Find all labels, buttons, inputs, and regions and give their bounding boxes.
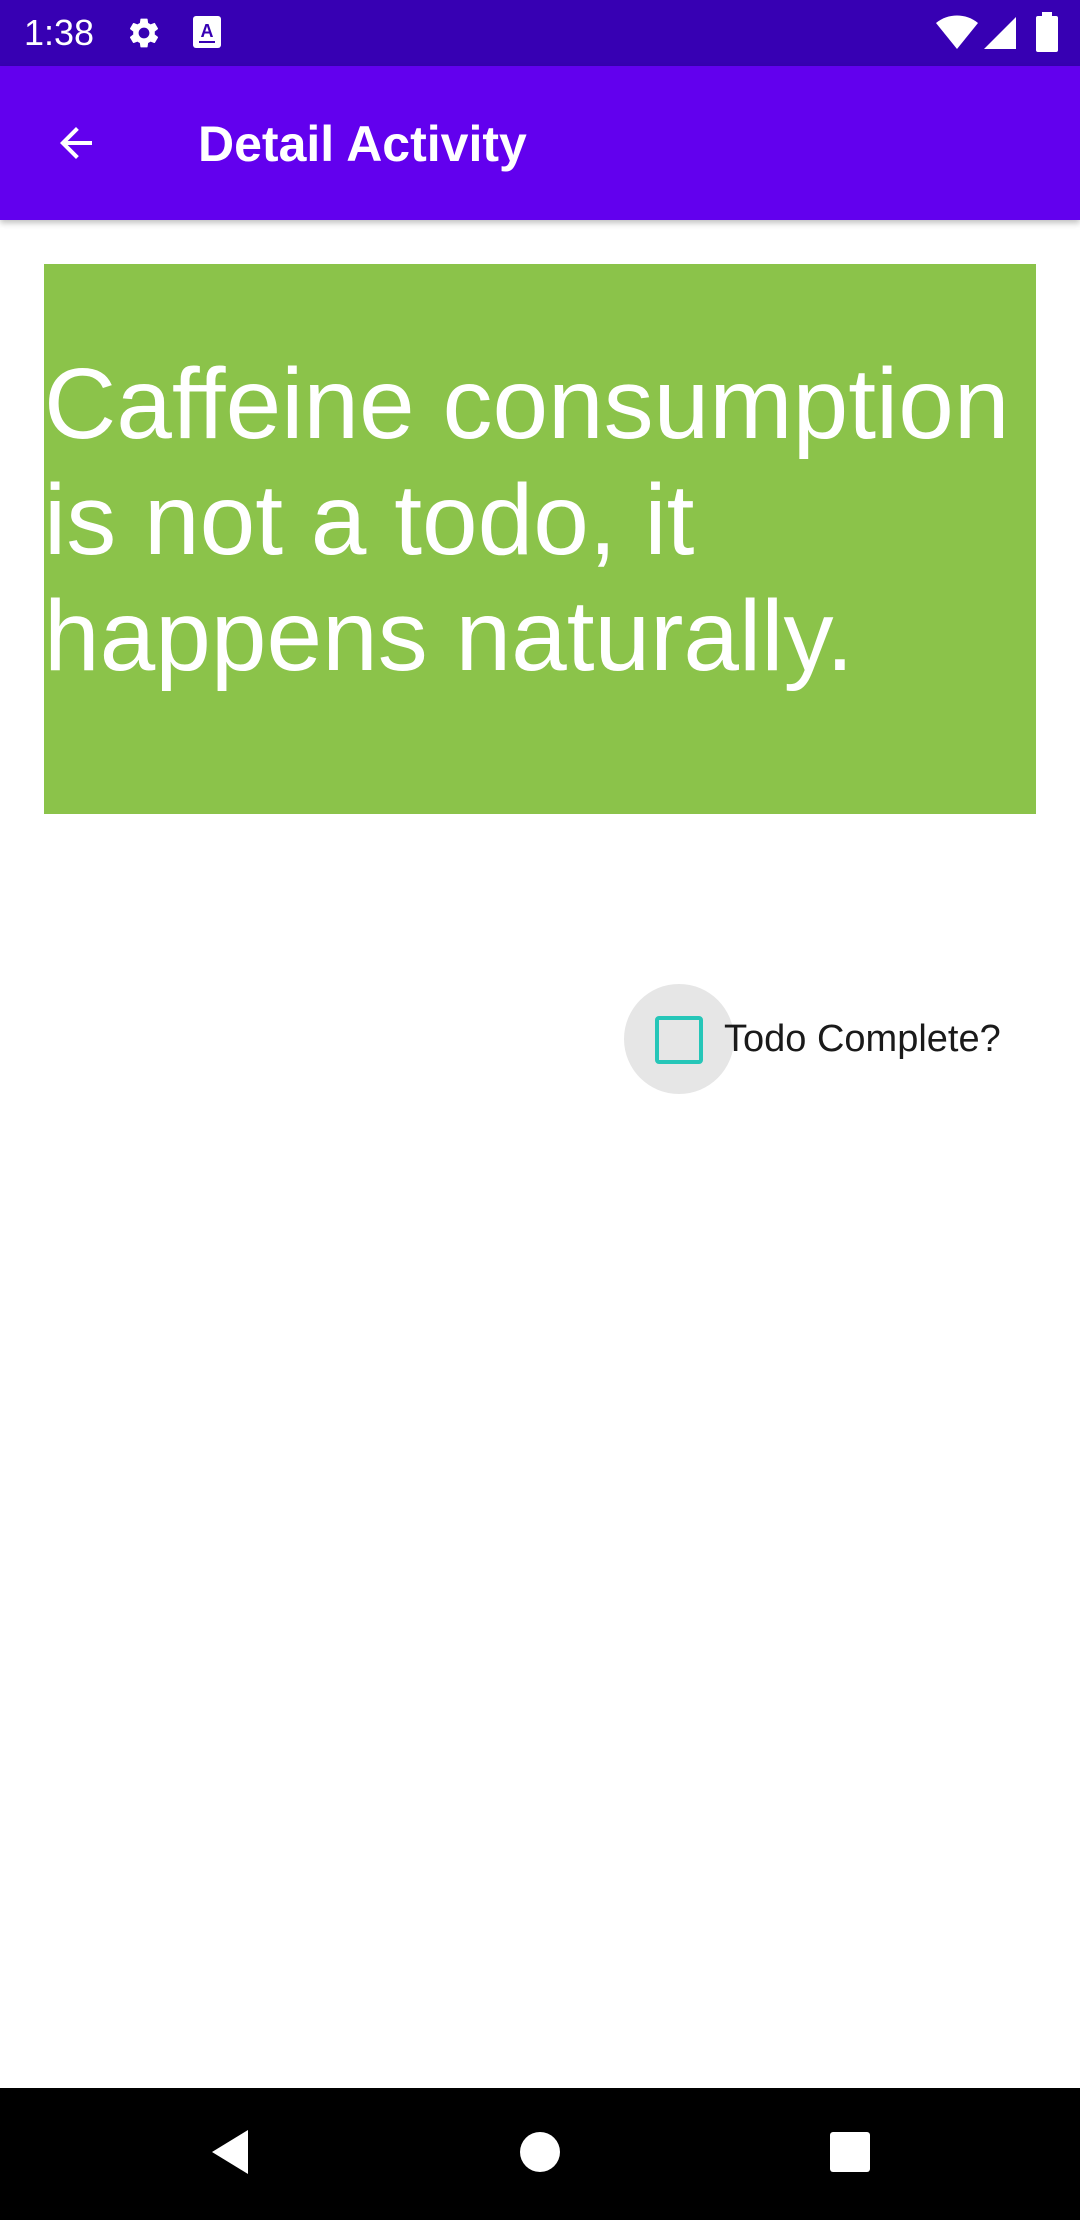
wifi-icon bbox=[936, 15, 978, 56]
todo-card: Caffeine consumption is not a todo, it h… bbox=[44, 264, 1036, 814]
back-button[interactable] bbox=[36, 111, 120, 175]
gear-icon bbox=[126, 15, 162, 56]
status-time: 1:38 bbox=[24, 12, 95, 53]
recents-icon bbox=[829, 2131, 871, 2178]
nav-recents-button[interactable] bbox=[810, 2114, 890, 2194]
svg-text:A: A bbox=[201, 21, 214, 41]
nav-back-button[interactable] bbox=[190, 2114, 270, 2194]
home-icon bbox=[518, 2130, 562, 2179]
nav-home-button[interactable] bbox=[500, 2114, 580, 2194]
nav-bar bbox=[0, 2088, 1080, 2220]
a-icon: A bbox=[192, 15, 222, 54]
signal-icon bbox=[982, 15, 1018, 56]
todo-text: Caffeine consumption is not a todo, it h… bbox=[44, 348, 1010, 692]
checkbox-label: Todo Complete? bbox=[724, 1018, 1001, 1060]
page-title: Detail Activity bbox=[198, 116, 527, 172]
app-bar: Detail Activity bbox=[0, 66, 1080, 220]
status-bar: 1:38 A bbox=[0, 0, 1080, 66]
checkbox-box[interactable] bbox=[655, 1016, 703, 1064]
back-icon bbox=[208, 2128, 252, 2181]
battery-icon bbox=[1036, 12, 1058, 57]
screen: 1:38 A Detail Activity Caffeine consumpt… bbox=[0, 0, 1080, 2220]
todo-complete-checkbox[interactable]: Todo Complete? bbox=[624, 984, 1044, 1094]
